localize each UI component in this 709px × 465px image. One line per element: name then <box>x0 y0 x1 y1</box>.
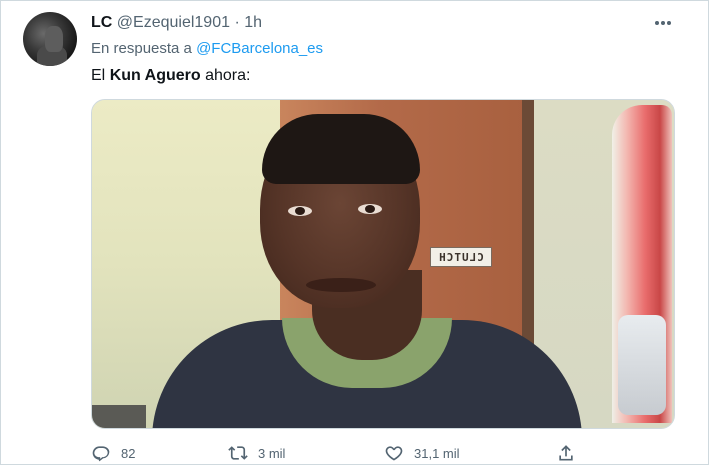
separator-dot: · <box>234 14 240 31</box>
avatar[interactable] <box>23 12 77 66</box>
reply-context: En respuesta a @FCBarcelona_es <box>91 39 323 59</box>
tweet-header: LC @Ezequiel1901 · 1h <box>91 12 262 34</box>
retweet-icon <box>228 443 248 463</box>
tweet-text: El Kun Aguero ahora: <box>91 65 250 87</box>
reply-button[interactable]: 82 <box>91 441 135 465</box>
author-handle[interactable]: @Ezequiel1901 <box>117 14 230 31</box>
reply-prefix: En respuesta a <box>91 40 192 57</box>
avatar-silhouette-head <box>45 26 63 52</box>
media-sign: CLUTCH <box>430 247 492 267</box>
reply-mention-link[interactable]: @FCBarcelona_es <box>196 40 323 57</box>
reply-icon <box>91 443 111 463</box>
retweet-count: 3 mil <box>258 445 286 461</box>
tweet-text-after: ahora: <box>205 67 251 84</box>
share-icon <box>556 443 576 463</box>
share-button[interactable] <box>556 441 576 465</box>
heart-icon <box>384 443 404 463</box>
reply-count: 82 <box>121 445 136 461</box>
more-icon[interactable] <box>651 11 675 35</box>
like-button[interactable]: 31,1 mil <box>384 441 460 465</box>
like-count: 31,1 mil <box>414 445 460 461</box>
tweet-media-image[interactable]: CLUTCH <box>91 99 675 429</box>
tweet-text-before: El <box>91 67 106 84</box>
retweet-button[interactable]: 3 mil <box>228 441 285 465</box>
tweet-actions: 82 3 mil 31,1 mil <box>91 441 591 465</box>
tweet-timestamp[interactable]: 1h <box>244 14 262 31</box>
tweet-text-bold: Kun Aguero <box>109 67 201 84</box>
tweet-card[interactable]: LC @Ezequiel1901 · 1h En respuesta a @FC… <box>0 0 709 465</box>
author-name[interactable]: LC <box>91 14 112 31</box>
